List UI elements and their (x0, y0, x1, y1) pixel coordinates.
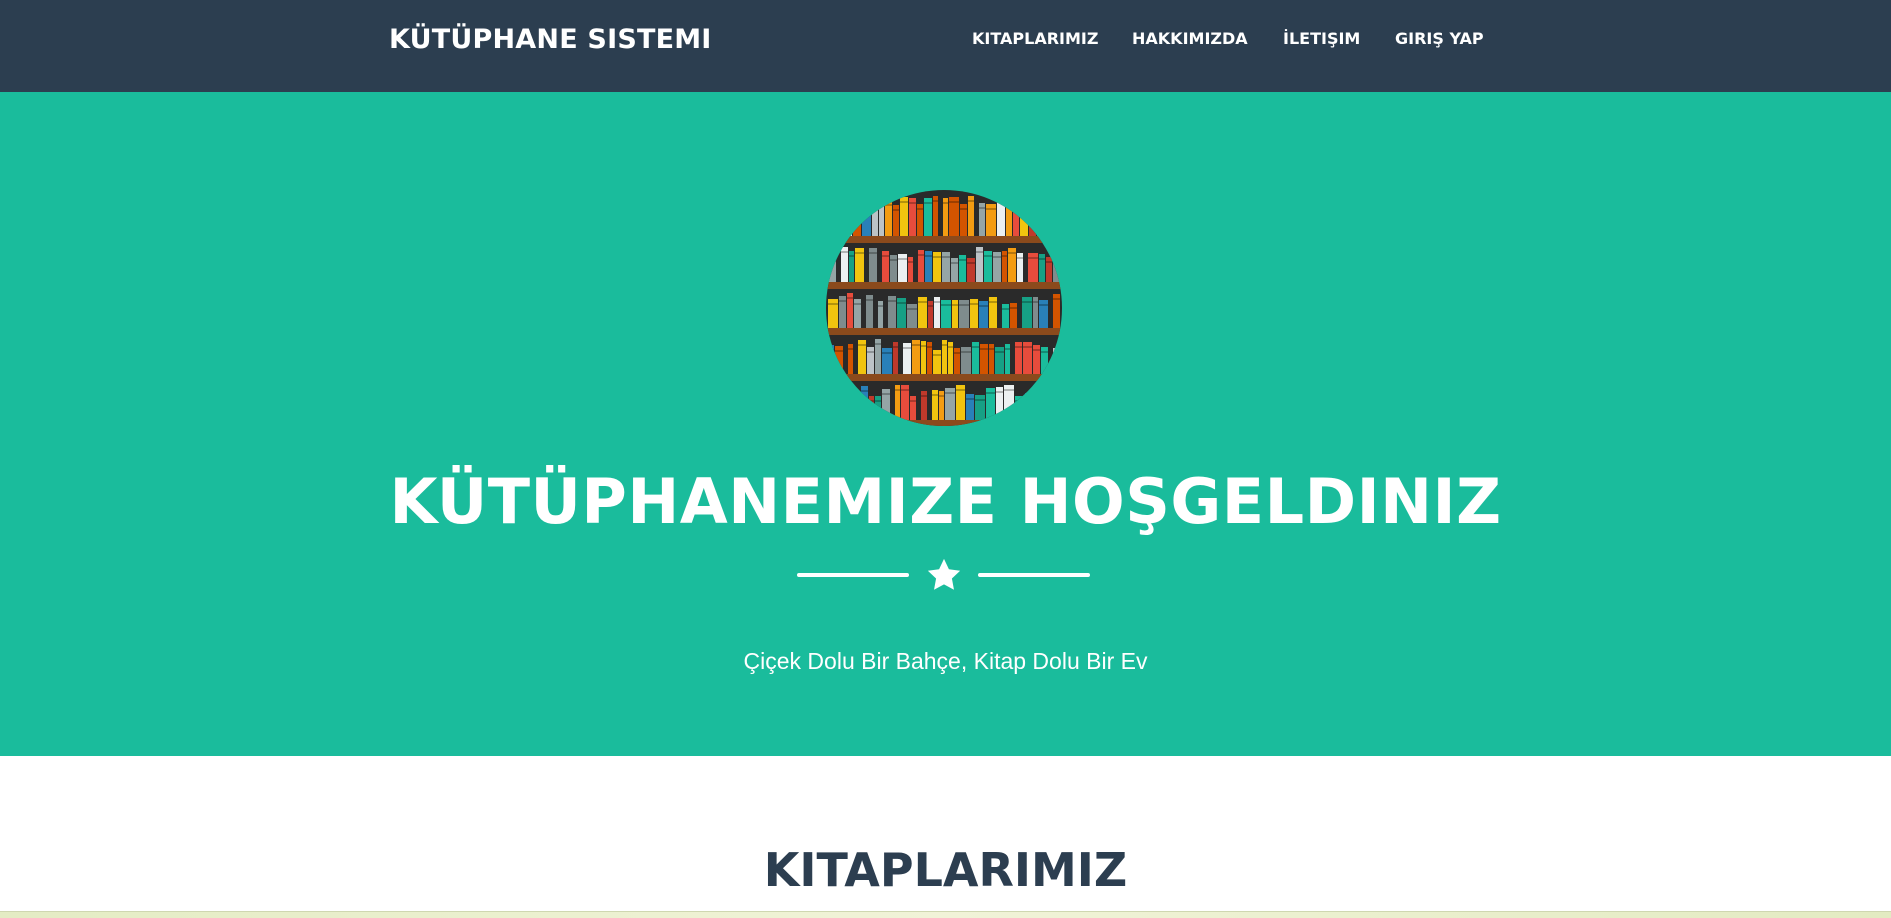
hero-section: KÜTÜPHANEMIZE HOŞGELDINIZ Çiçek Dolu Bir… (0, 92, 1891, 756)
star-icon (927, 558, 961, 590)
top-navbar: KÜTÜPHANE SISTEMI KITAPLARIMIZ HAKKIMIZD… (0, 0, 1891, 92)
nav-link-kitaplarimiz[interactable]: KITAPLARIMIZ (972, 28, 1098, 50)
hero-tagline: Çiçek Dolu Bir Bahçe, Kitap Dolu Bir Ev (743, 648, 1148, 674)
section-title-kitaplarimiz: KITAPLARIMIZ (763, 843, 1128, 897)
hero-title: KÜTÜPHANEMIZE HOŞGELDINIZ (389, 465, 1502, 538)
nav-link-giris-yap[interactable]: GIRIŞ YAP (1395, 28, 1484, 50)
divider-line-left (797, 573, 909, 577)
nav-link-iletisim[interactable]: İLETIŞIM (1283, 28, 1360, 50)
brand-logo-link[interactable]: KÜTÜPHANE SISTEMI (389, 20, 712, 60)
nav-link-hakkimizda[interactable]: HAKKIMIZDA (1132, 28, 1248, 50)
divider-line-right (978, 573, 1090, 577)
bookshelf-avatar-image (826, 190, 1062, 426)
